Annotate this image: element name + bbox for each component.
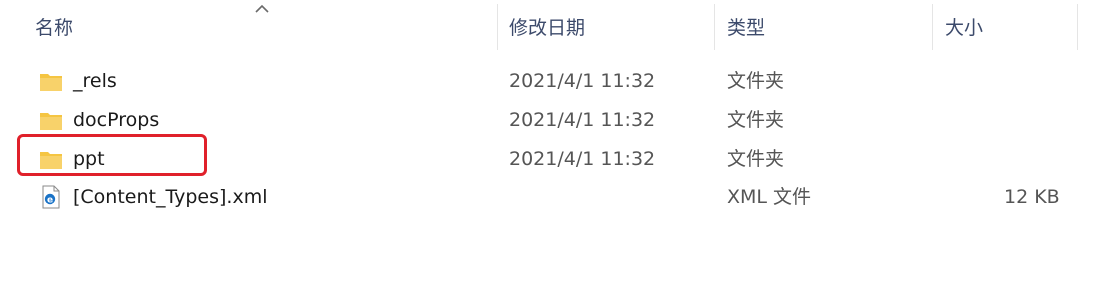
column-header-name[interactable]: 名称 <box>35 0 73 56</box>
folder-icon <box>40 113 62 130</box>
folder-icon <box>40 74 62 91</box>
highlight-box <box>17 134 207 176</box>
column-header-type[interactable]: 类型 <box>727 0 765 56</box>
file-type: XML 文件 <box>727 186 812 208</box>
file-size: 12 KB <box>1004 186 1060 208</box>
file-name: _rels <box>73 70 117 92</box>
file-modified: 2021/4/1 11:32 <box>509 109 656 131</box>
file-row[interactable]: e [Content_Types].xml XML 文件 12 KB <box>0 178 1108 216</box>
column-divider[interactable] <box>932 4 933 50</box>
column-header-bar: 名称 修改日期 类型 大小 <box>0 0 1108 56</box>
column-divider[interactable] <box>497 4 498 50</box>
column-header-size[interactable]: 大小 <box>945 0 983 56</box>
xml-file-icon: e <box>42 185 60 209</box>
file-row[interactable]: _rels 2021/4/1 11:32 文件夹 <box>0 62 1108 100</box>
column-divider[interactable] <box>714 4 715 50</box>
file-modified: 2021/4/1 11:32 <box>509 148 656 170</box>
column-divider[interactable] <box>1077 4 1078 50</box>
chevron-up-icon[interactable] <box>252 0 272 16</box>
file-type: 文件夹 <box>727 148 785 170</box>
svg-text:e: e <box>47 196 53 206</box>
file-modified: 2021/4/1 11:32 <box>509 70 656 92</box>
file-name: [Content_Types].xml <box>73 186 268 208</box>
file-type: 文件夹 <box>727 109 785 131</box>
column-header-modified[interactable]: 修改日期 <box>509 0 585 56</box>
file-type: 文件夹 <box>727 70 785 92</box>
